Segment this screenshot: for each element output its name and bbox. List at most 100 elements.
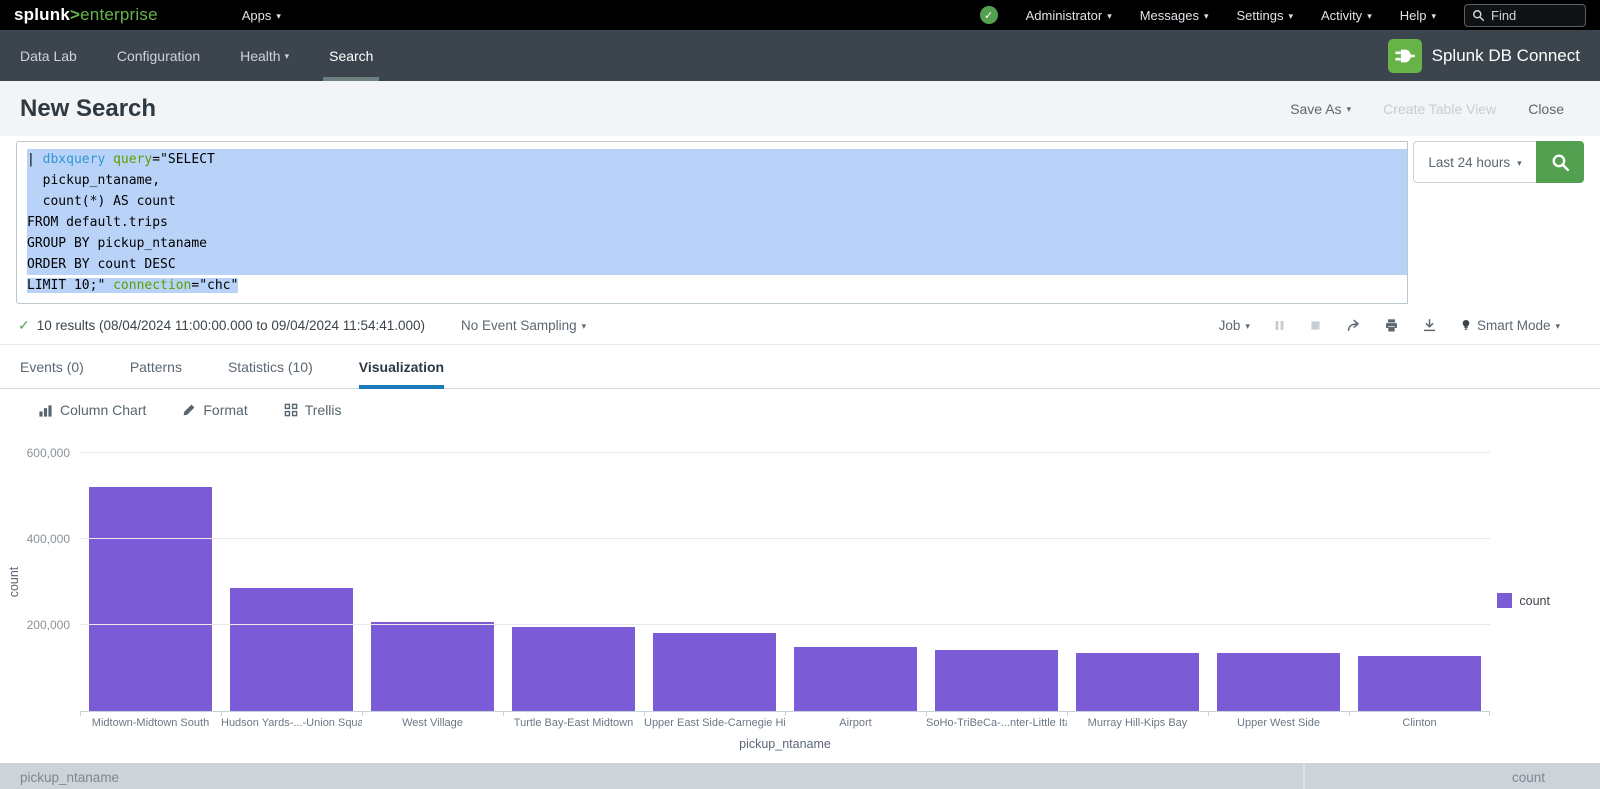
menu-help[interactable]: Help ▾ bbox=[1400, 8, 1436, 23]
caret-down-icon: ▾ bbox=[582, 322, 587, 331]
find-search[interactable] bbox=[1464, 4, 1586, 27]
search-mode-menu[interactable]: Smart Mode ▾ bbox=[1460, 318, 1560, 333]
chart-type-picker[interactable]: Column Chart bbox=[38, 402, 146, 418]
trellis-button[interactable]: Trellis bbox=[284, 402, 342, 418]
query-line[interactable]: GROUP BY pickup_ntaname bbox=[27, 233, 1407, 254]
query-line[interactable]: pickup_ntaname, bbox=[27, 170, 1407, 191]
caret-down-icon: ▾ bbox=[285, 52, 290, 61]
bar-cell bbox=[785, 453, 926, 711]
bar-cell bbox=[1349, 453, 1490, 711]
x-category-label: Airport bbox=[785, 712, 926, 729]
query-line[interactable]: | dbxquery query="SELECT bbox=[27, 149, 1407, 170]
stop-icon[interactable] bbox=[1309, 319, 1322, 332]
tab-events[interactable]: Events (0) bbox=[20, 345, 84, 388]
x-category-label: West Village bbox=[362, 712, 503, 729]
find-input[interactable] bbox=[1491, 8, 1578, 23]
search-icon bbox=[1472, 9, 1485, 22]
results-tabs: Events (0) Patterns Statistics (10) Visu… bbox=[0, 345, 1600, 389]
column-header-count[interactable]: count bbox=[1512, 770, 1545, 785]
caret-down-icon: ▾ bbox=[1245, 322, 1250, 331]
bar-cell bbox=[221, 453, 362, 711]
splunk-logo[interactable]: splunk>enterprise bbox=[14, 5, 158, 25]
job-menu[interactable]: Job ▾ bbox=[1219, 318, 1250, 333]
create-table-view-button[interactable]: Create Table View bbox=[1383, 101, 1496, 117]
legend-item-count[interactable]: count bbox=[1497, 593, 1550, 608]
nav-health[interactable]: Health ▾ bbox=[240, 30, 289, 81]
app-identity[interactable]: Splunk DB Connect bbox=[1388, 30, 1580, 81]
bar-cell bbox=[926, 453, 1067, 711]
gridline bbox=[80, 624, 1490, 625]
results-info-bar: ✓ 10 results (08/04/2024 11:00:00.000 to… bbox=[0, 304, 1600, 345]
caret-down-icon: ▾ bbox=[1288, 12, 1293, 21]
chart-bar[interactable] bbox=[935, 650, 1058, 711]
chart-bar[interactable] bbox=[371, 622, 494, 711]
y-tick-label: 200,000 bbox=[27, 618, 70, 632]
job-label: Job bbox=[1219, 318, 1241, 333]
app-navbar: Data Lab Configuration Health ▾ Search S… bbox=[0, 30, 1600, 81]
query-line[interactable]: ORDER BY count DESC bbox=[27, 254, 1407, 275]
apps-menu[interactable]: Apps ▾ bbox=[242, 8, 281, 23]
results-summary: 10 results (08/04/2024 11:00:00.000 to 0… bbox=[37, 318, 425, 333]
pause-icon[interactable] bbox=[1273, 319, 1286, 332]
tab-statistics[interactable]: Statistics (10) bbox=[228, 345, 313, 388]
bar-cell bbox=[644, 453, 785, 711]
query-line[interactable]: count(*) AS count bbox=[27, 191, 1407, 212]
chart-bar[interactable] bbox=[230, 588, 353, 711]
nav-data-lab[interactable]: Data Lab bbox=[20, 30, 77, 81]
close-button[interactable]: Close bbox=[1528, 101, 1564, 117]
caret-down-icon: ▾ bbox=[1204, 12, 1209, 21]
legend-swatch bbox=[1497, 593, 1512, 608]
save-as-button[interactable]: Save As ▾ bbox=[1290, 101, 1351, 117]
print-icon[interactable] bbox=[1384, 318, 1399, 333]
chart-bar[interactable] bbox=[1076, 653, 1199, 711]
caret-down-icon: ▾ bbox=[1517, 159, 1522, 168]
run-search-button[interactable] bbox=[1536, 141, 1584, 183]
chart-type-label: Column Chart bbox=[60, 402, 146, 418]
format-button[interactable]: Format bbox=[182, 402, 247, 418]
x-category-label: Upper East Side-Carnegie Hill bbox=[644, 712, 785, 729]
menu-settings[interactable]: Settings ▾ bbox=[1237, 8, 1294, 23]
app-title: Splunk DB Connect bbox=[1432, 46, 1580, 66]
chart-bar[interactable] bbox=[794, 647, 917, 711]
export-download-icon[interactable] bbox=[1422, 318, 1437, 333]
chart-bar[interactable] bbox=[1358, 656, 1481, 711]
nav-search[interactable]: Search bbox=[329, 30, 373, 81]
gridline bbox=[80, 452, 1490, 453]
settings-label: Settings bbox=[1237, 8, 1284, 23]
health-status-icon[interactable]: ✓ bbox=[980, 6, 998, 24]
nav-configuration[interactable]: Configuration bbox=[117, 30, 200, 81]
trellis-label: Trellis bbox=[305, 402, 342, 418]
legend-label: count bbox=[1519, 594, 1550, 608]
time-range-picker[interactable]: Last 24 hours ▾ bbox=[1413, 141, 1536, 183]
caret-down-icon: ▾ bbox=[1367, 12, 1372, 21]
x-category-label: Clinton bbox=[1349, 712, 1490, 729]
administrator-label: Administrator bbox=[1026, 8, 1103, 23]
menu-activity[interactable]: Activity ▾ bbox=[1321, 8, 1372, 23]
tab-patterns[interactable]: Patterns bbox=[130, 345, 182, 388]
column-divider bbox=[1303, 763, 1305, 789]
x-category-label: Murray Hill-Kips Bay bbox=[1067, 712, 1208, 729]
page-title: New Search bbox=[20, 95, 156, 123]
share-icon[interactable] bbox=[1345, 318, 1361, 333]
chart-bar[interactable] bbox=[89, 487, 212, 711]
job-controls: Job ▾ Smart Mode ▾ bbox=[1219, 318, 1560, 333]
chart-bar[interactable] bbox=[653, 633, 776, 711]
header-actions: Save As ▾ Create Table View Close bbox=[1290, 101, 1564, 117]
query-line[interactable]: LIMIT 10;" connection="chc" bbox=[27, 275, 1407, 296]
chart-bar[interactable] bbox=[1217, 653, 1340, 711]
menu-administrator[interactable]: Administrator ▾ bbox=[1026, 8, 1112, 23]
caret-down-icon: ▾ bbox=[276, 12, 281, 21]
event-sampling-label: No Event Sampling bbox=[461, 318, 577, 333]
menu-messages[interactable]: Messages ▾ bbox=[1140, 8, 1209, 23]
tab-visualization[interactable]: Visualization bbox=[359, 345, 444, 388]
create-table-view-label: Create Table View bbox=[1383, 101, 1496, 117]
search-icon bbox=[1551, 153, 1570, 172]
search-query-input[interactable]: | dbxquery query="SELECT pickup_ntaname,… bbox=[16, 141, 1408, 304]
chart-bar[interactable] bbox=[512, 627, 635, 711]
visualization-controls: Column Chart Format Trellis bbox=[0, 389, 1600, 427]
pencil-icon bbox=[182, 403, 196, 417]
column-header-pickup-ntaname[interactable]: pickup_ntaname bbox=[20, 770, 119, 785]
event-sampling-menu[interactable]: No Event Sampling ▾ bbox=[461, 318, 586, 333]
query-line[interactable]: FROM default.trips bbox=[27, 212, 1407, 233]
page-header: New Search Save As ▾ Create Table View C… bbox=[0, 81, 1600, 136]
